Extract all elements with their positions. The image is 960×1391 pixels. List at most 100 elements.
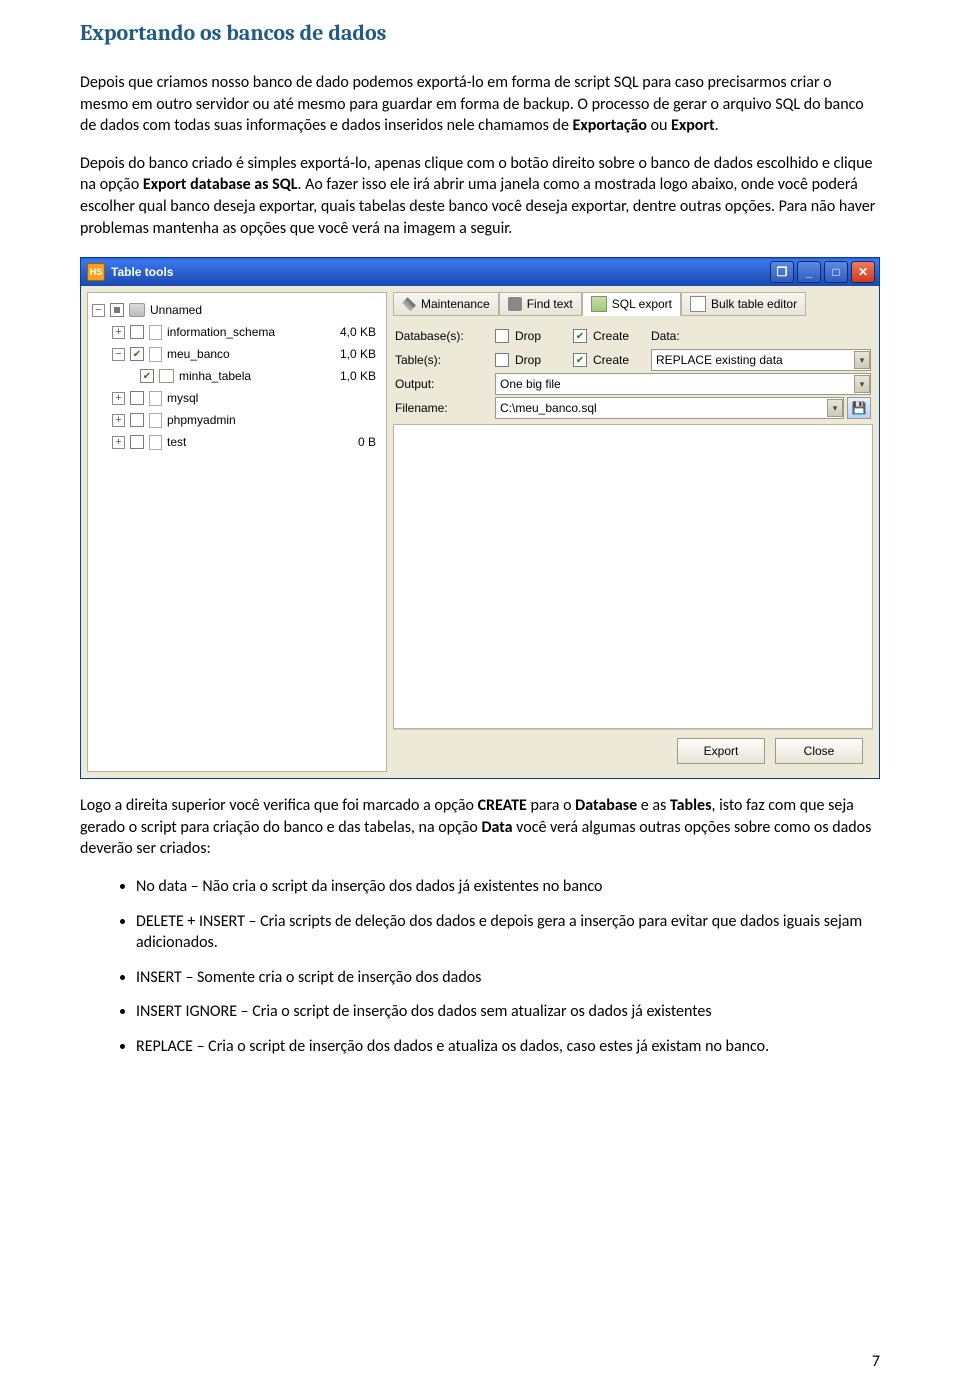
tab-label: Maintenance <box>421 297 490 311</box>
expand-icon[interactable]: + <box>112 436 125 449</box>
minimize-button[interactable]: _ <box>797 261 821 283</box>
collapse-icon[interactable]: − <box>112 348 125 361</box>
output-select[interactable]: One big file▾ <box>495 373 871 395</box>
expand-icon[interactable]: + <box>112 326 125 339</box>
bold-term: Tables <box>670 796 712 815</box>
window-titlebar: HS Table tools ❐ _ □ ✕ <box>81 258 879 286</box>
restore-down-icon[interactable]: ❐ <box>770 261 794 283</box>
paragraph-1: Depois que criamos nosso banco de dado p… <box>80 72 880 137</box>
text: e as <box>637 796 670 815</box>
bold-term: Export database as SQL <box>143 175 298 194</box>
sql-export-icon <box>591 296 607 312</box>
chevron-down-icon: ▾ <box>827 399 843 417</box>
tree-size: 4,0 KB <box>340 325 382 339</box>
app-badge-icon: HS <box>87 263 105 281</box>
create-table-checkbox[interactable] <box>573 353 587 367</box>
data-select[interactable]: REPLACE existing data▾ <box>651 349 871 371</box>
screenshot-window: HS Table tools ❐ _ □ ✕ − Unnamed + informa… <box>80 257 880 779</box>
tab-maintenance[interactable]: Maintenance <box>393 292 499 316</box>
tree-label[interactable]: information_schema <box>167 325 275 339</box>
tab-label: Bulk table editor <box>711 297 797 311</box>
filename-value: C:\meu_banco.sql <box>500 401 597 415</box>
tables-label: Table(s): <box>395 353 495 367</box>
expand-icon[interactable]: + <box>112 414 125 427</box>
text: . <box>715 116 719 135</box>
checkbox[interactable] <box>130 391 144 405</box>
checkbox[interactable] <box>130 413 144 427</box>
close-dialog-button[interactable]: Close <box>775 738 863 764</box>
grid-icon <box>690 296 706 312</box>
checkbox[interactable] <box>130 347 144 361</box>
checkbox[interactable] <box>130 435 144 449</box>
floppy-icon: 💾 <box>852 401 867 415</box>
database-tree[interactable]: − Unnamed + information_schema 4,0 KB − meu_… <box>87 292 387 772</box>
list-item: No data – Não cria o script da inserção … <box>136 876 880 898</box>
list-item: INSERT IGNORE – Cria o script de inserçã… <box>136 1001 880 1023</box>
chevron-down-icon: ▾ <box>854 351 870 369</box>
drop-database-checkbox[interactable] <box>495 329 509 343</box>
bullet-list: No data – Não cria o script da inserção … <box>80 876 880 1058</box>
page-number: 7 <box>872 1352 880 1371</box>
checkbox[interactable] <box>130 325 144 339</box>
tab-label: Find text <box>527 297 573 311</box>
db-icon <box>149 325 162 340</box>
tree-label[interactable]: phpmyadmin <box>167 413 236 427</box>
bold-term: Data <box>481 818 512 837</box>
text: Logo a direita superior você verifica qu… <box>80 796 478 815</box>
server-icon <box>129 303 145 317</box>
expand-icon[interactable]: + <box>112 392 125 405</box>
paragraph-3: Logo a direita superior você verifica qu… <box>80 795 880 860</box>
log-area <box>393 424 873 729</box>
tab-sql-export[interactable]: SQL export <box>582 292 681 316</box>
data-label: Data: <box>651 329 680 343</box>
binoculars-icon <box>508 297 522 311</box>
tree-label[interactable]: Unnamed <box>150 303 202 317</box>
tree-label[interactable]: meu_banco <box>167 347 230 361</box>
tree-size: 0 B <box>358 435 382 449</box>
tab-find-text[interactable]: Find text <box>499 292 582 316</box>
tab-bulk-editor[interactable]: Bulk table editor <box>681 292 806 316</box>
create-label: Create <box>593 353 629 367</box>
databases-label: Database(s): <box>395 329 495 343</box>
maximize-button[interactable]: □ <box>824 261 848 283</box>
chevron-down-icon: ▾ <box>854 375 870 393</box>
window-title: Table tools <box>111 265 173 279</box>
db-icon <box>149 435 162 450</box>
collapse-icon[interactable]: − <box>92 304 105 317</box>
tab-bar: Maintenance Find text SQL export Bulk ta… <box>393 292 873 316</box>
tab-label: SQL export <box>612 297 672 311</box>
list-item: DELETE + INSERT – Cria scripts de deleçã… <box>136 911 880 954</box>
text: para o <box>527 796 575 815</box>
tree-label[interactable]: test <box>167 435 186 449</box>
checkbox[interactable] <box>140 369 154 383</box>
paragraph-2: Depois do banco criado é simples exportá… <box>80 153 880 239</box>
save-file-button[interactable]: 💾 <box>847 397 871 419</box>
text: ou <box>647 116 671 135</box>
tree-size: 1,0 KB <box>340 347 382 361</box>
bold-term: Database <box>575 796 637 815</box>
db-icon <box>149 347 162 362</box>
filename-input[interactable]: C:\meu_banco.sql ▾ <box>495 397 844 419</box>
close-button[interactable]: ✕ <box>851 261 875 283</box>
table-icon <box>159 369 174 383</box>
drop-label: Drop <box>515 353 541 367</box>
filename-label: Filename: <box>395 401 495 415</box>
db-icon <box>149 413 162 428</box>
list-item: INSERT – Somente cria o script de inserç… <box>136 967 880 989</box>
create-label: Create <box>593 329 629 343</box>
create-database-checkbox[interactable] <box>573 329 587 343</box>
tree-label[interactable]: minha_tabela <box>179 369 251 383</box>
section-title: Exportando os bancos de dados <box>80 20 880 46</box>
tree-label[interactable]: mysql <box>167 391 198 405</box>
wrench-icon <box>402 297 416 311</box>
bold-term: Export <box>671 116 715 135</box>
bold-term: Exportação <box>573 116 647 135</box>
drop-label: Drop <box>515 329 541 343</box>
export-button[interactable]: Export <box>677 738 765 764</box>
text: Depois que criamos nosso banco de dado p… <box>80 73 864 135</box>
db-icon <box>149 391 162 406</box>
checkbox[interactable] <box>110 303 124 317</box>
bold-term: CREATE <box>478 796 527 815</box>
list-item: REPLACE – Cria o script de inserção dos … <box>136 1036 880 1058</box>
drop-table-checkbox[interactable] <box>495 353 509 367</box>
